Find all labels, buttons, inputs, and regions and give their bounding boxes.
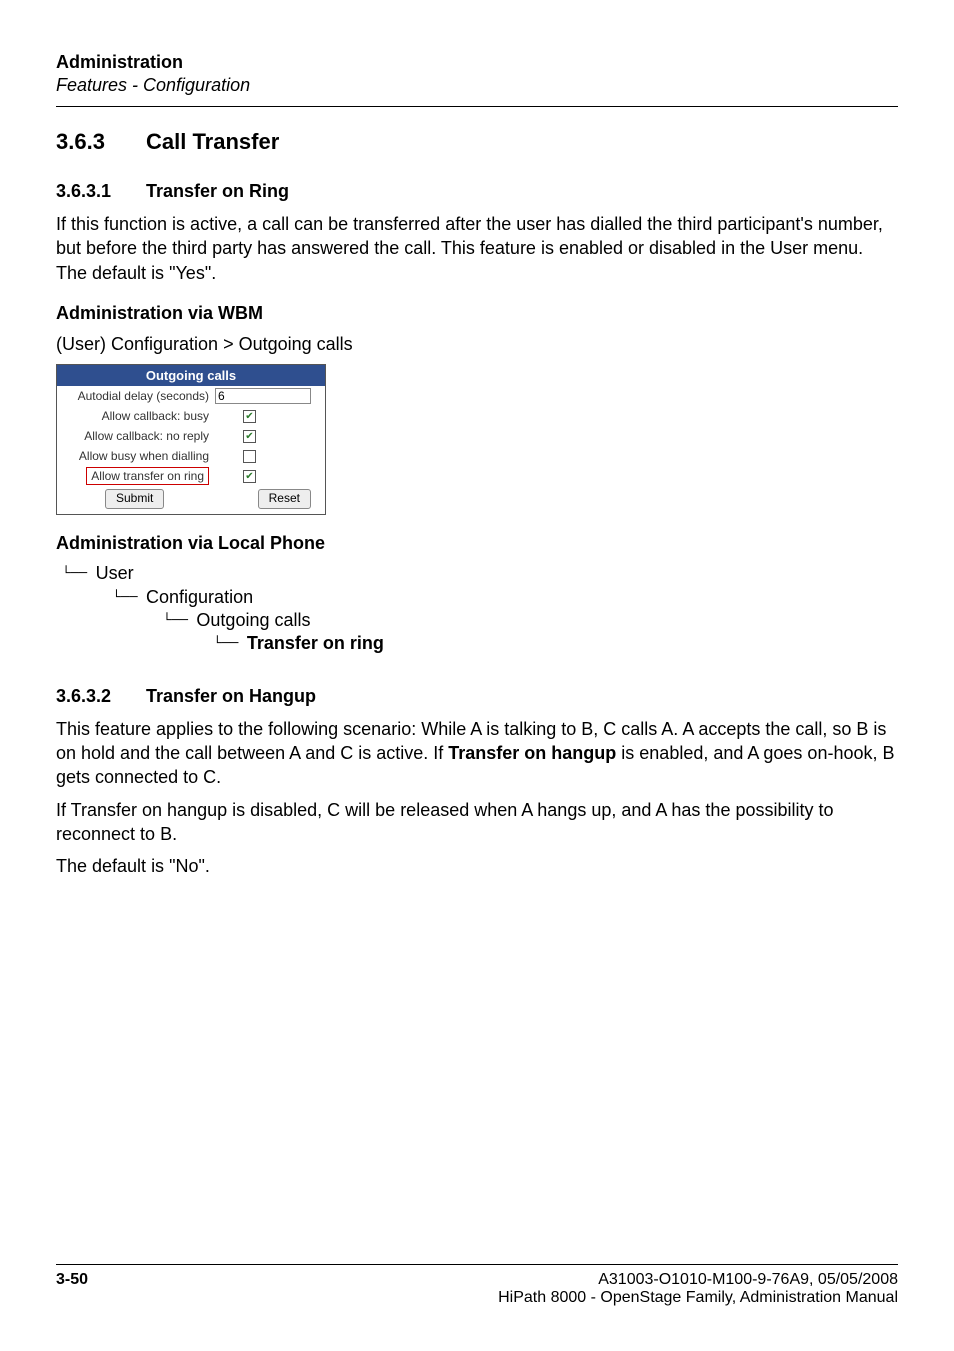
paragraph: If this function is active, a call can b… xyxy=(56,212,898,285)
checkbox-transfer-on-ring[interactable]: ✔ xyxy=(243,470,256,483)
checkbox-callback-busy[interactable]: ✔ xyxy=(243,410,256,423)
section-title: Call Transfer xyxy=(146,129,279,155)
page-number: 3-50 xyxy=(56,1271,88,1307)
panel-title: Outgoing calls xyxy=(57,365,325,386)
label-transfer-on-ring: Allow transfer on ring xyxy=(57,467,215,485)
paragraph: If Transfer on hangup is disabled, C wil… xyxy=(56,798,898,847)
subsection-heading: 3.6.3.1 Transfer on Ring xyxy=(56,181,898,202)
label-callback-busy: Allow callback: busy xyxy=(57,409,215,423)
local-phone-heading: Administration via Local Phone xyxy=(56,533,898,554)
reset-button[interactable]: Reset xyxy=(258,489,311,509)
subsection-heading: 3.6.3.2 Transfer on Hangup xyxy=(56,686,898,707)
subsection-number: 3.6.3.2 xyxy=(56,686,146,707)
footer-rule xyxy=(56,1264,898,1265)
input-autodial-delay[interactable] xyxy=(215,388,311,404)
checkbox-busy-dialling[interactable] xyxy=(243,450,256,463)
tree-node-configuration: └── Configuration xyxy=(62,586,898,609)
page-footer: 3-50 A31003-O1010-M100-9-76A9, 05/05/200… xyxy=(56,1264,898,1307)
doc-id: A31003-O1010-M100-9-76A9, 05/05/2008 xyxy=(498,1271,898,1289)
page-header-subtitle: Features - Configuration xyxy=(56,75,898,96)
paragraph: The default is "No". xyxy=(56,854,898,878)
outgoing-calls-panel: Outgoing calls Autodial delay (seconds) … xyxy=(56,364,326,515)
section-heading: 3.6.3 Call Transfer xyxy=(56,129,898,155)
row-callback-busy: Allow callback: busy ✔ xyxy=(57,406,325,426)
label-busy-dialling: Allow busy when dialling xyxy=(57,449,215,463)
section-number: 3.6.3 xyxy=(56,129,146,155)
submit-button[interactable]: Submit xyxy=(105,489,164,509)
menu-tree: └── User └── Configuration └── Outgoing … xyxy=(62,562,898,656)
page-header-title: Administration xyxy=(56,52,898,73)
row-autodial: Autodial delay (seconds) xyxy=(57,386,325,406)
wbm-heading: Administration via WBM xyxy=(56,303,898,324)
tree-node-transfer-on-ring: └── Transfer on ring xyxy=(62,632,898,655)
panel-button-row: Submit Reset xyxy=(57,486,325,514)
row-busy-dialling: Allow busy when dialling xyxy=(57,446,325,466)
header-rule xyxy=(56,106,898,107)
subsection-title: Transfer on Hangup xyxy=(146,686,316,707)
checkbox-callback-noreply[interactable]: ✔ xyxy=(243,430,256,443)
tree-node-user: └── User xyxy=(62,562,898,585)
row-callback-noreply: Allow callback: no reply ✔ xyxy=(57,426,325,446)
doc-title: HiPath 8000 - OpenStage Family, Administ… xyxy=(498,1289,898,1307)
wbm-path: (User) Configuration > Outgoing calls xyxy=(56,332,898,356)
paragraph: This feature applies to the following sc… xyxy=(56,717,898,790)
subsection-title: Transfer on Ring xyxy=(146,181,289,202)
row-transfer-on-ring: Allow transfer on ring ✔ xyxy=(57,466,325,486)
tree-node-outgoing-calls: └── Outgoing calls xyxy=(62,609,898,632)
subsection-number: 3.6.3.1 xyxy=(56,181,146,202)
label-callback-noreply: Allow callback: no reply xyxy=(57,429,215,443)
label-autodial: Autodial delay (seconds) xyxy=(57,389,215,403)
